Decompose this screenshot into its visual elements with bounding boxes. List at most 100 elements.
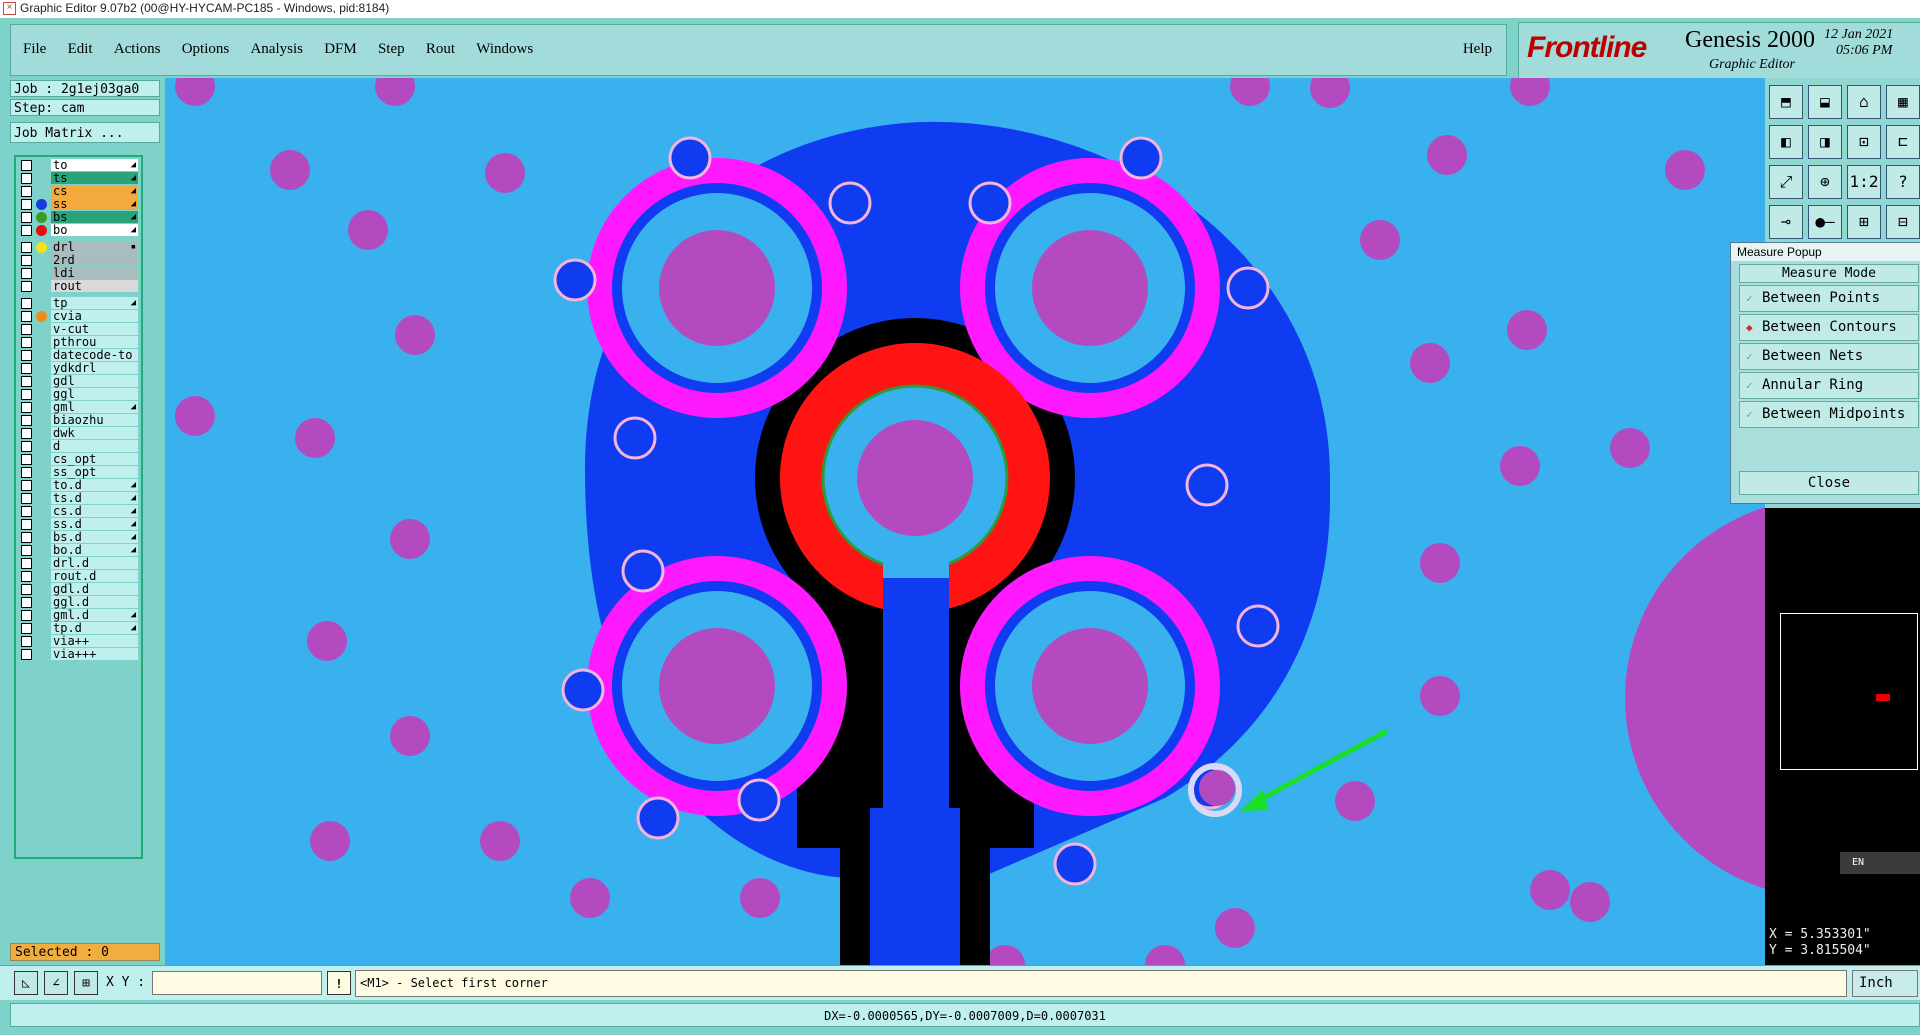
route-icon[interactable]: ⊸ bbox=[1769, 205, 1803, 239]
layer-row-dwk[interactable]: dwk bbox=[16, 427, 141, 440]
option-between-midpoints[interactable]: ✓ Between Midpoints bbox=[1739, 401, 1919, 428]
layer-row-ydkdrl[interactable]: ydkdrl bbox=[16, 362, 141, 375]
xy-input[interactable] bbox=[152, 971, 322, 995]
menu-rout[interactable]: Rout bbox=[426, 41, 455, 58]
layer-checkbox[interactable] bbox=[21, 199, 32, 210]
menu-actions[interactable]: Actions bbox=[114, 41, 161, 58]
layer-checkbox[interactable] bbox=[21, 597, 32, 608]
layer-name[interactable]: via+++ bbox=[51, 648, 138, 660]
menu-windows[interactable]: Windows bbox=[476, 41, 533, 58]
snap-corner-icon[interactable]: ◺ bbox=[14, 971, 38, 995]
layer-row-ggl[interactable]: ggl bbox=[16, 388, 141, 401]
layer-checkbox[interactable] bbox=[21, 402, 32, 413]
layer-name[interactable]: d bbox=[51, 440, 138, 452]
layer-name[interactable]: cs_opt bbox=[51, 453, 138, 465]
layer-row-to[interactable]: to ◢ bbox=[16, 159, 141, 172]
layer-row-2rd[interactable]: 2rd bbox=[16, 254, 141, 267]
layer-checkbox[interactable] bbox=[21, 649, 32, 660]
layer-checkbox[interactable] bbox=[21, 311, 32, 322]
pan-right-icon[interactable]: ◨ bbox=[1808, 125, 1842, 159]
layer-name[interactable]: v-cut bbox=[51, 323, 138, 335]
layer-name[interactable]: ss.d ◢ bbox=[51, 518, 138, 530]
layer-row-ts[interactable]: ts ◢ bbox=[16, 172, 141, 185]
job-matrix-button[interactable]: Job Matrix ... bbox=[10, 122, 160, 143]
layer-row-bo[interactable]: bo ◢ bbox=[16, 224, 141, 237]
layer-checkbox[interactable] bbox=[21, 376, 32, 387]
layer-row-cs[interactable]: cs ◢ bbox=[16, 185, 141, 198]
layer-name[interactable]: pthrou bbox=[51, 336, 138, 348]
layer-checkbox[interactable] bbox=[21, 298, 32, 309]
layer-name[interactable]: via++ bbox=[51, 635, 138, 647]
menu-file[interactable]: File bbox=[23, 41, 46, 58]
layer-row-rout[interactable]: rout bbox=[16, 280, 141, 293]
layer-name[interactable]: cs.d ◢ bbox=[51, 505, 138, 517]
layer-checkbox[interactable] bbox=[21, 532, 32, 543]
net-icon[interactable]: ⊞ bbox=[1847, 205, 1881, 239]
overview-panel[interactable]: EN bbox=[1765, 508, 1920, 923]
layer-checkbox[interactable] bbox=[21, 268, 32, 279]
pcb-view[interactable] bbox=[165, 78, 1765, 965]
layer-row-gdl[interactable]: gdl bbox=[16, 375, 141, 388]
option-between-contours[interactable]: ◆ Between Contours bbox=[1739, 314, 1919, 341]
pan-left-icon[interactable]: ◧ bbox=[1769, 125, 1803, 159]
center-icon[interactable]: ⊕ bbox=[1808, 165, 1842, 199]
graphic-canvas[interactable] bbox=[165, 78, 1765, 965]
grid-icon[interactable]: ⊞ bbox=[74, 971, 98, 995]
layer-checkbox[interactable] bbox=[21, 363, 32, 374]
menu-help[interactable]: Help bbox=[1463, 41, 1492, 58]
layer-name[interactable]: rout bbox=[51, 280, 138, 292]
layer-row-bs[interactable]: bs ◢ bbox=[16, 211, 141, 224]
snap-icon[interactable]: ⊏ bbox=[1886, 125, 1920, 159]
layer-name[interactable]: bo ◢ bbox=[51, 224, 138, 236]
fit-icon[interactable]: ⤢ bbox=[1769, 165, 1803, 199]
layer-checkbox[interactable] bbox=[21, 480, 32, 491]
layer-checkbox[interactable] bbox=[21, 506, 32, 517]
layer-name[interactable]: bs ◢ bbox=[51, 211, 138, 223]
layer-checkbox[interactable] bbox=[21, 519, 32, 530]
option-between-points[interactable]: ✓ Between Points bbox=[1739, 285, 1919, 312]
layer-checkbox[interactable] bbox=[21, 558, 32, 569]
layer-name[interactable]: gml ◢ bbox=[51, 401, 138, 413]
close-button[interactable]: Close bbox=[1739, 471, 1919, 495]
house-icon[interactable]: ⌂ bbox=[1847, 85, 1881, 119]
layer-name[interactable]: tp ◢ bbox=[51, 297, 138, 309]
layer-name[interactable]: ts.d ◢ bbox=[51, 492, 138, 504]
layer-checkbox[interactable] bbox=[21, 186, 32, 197]
angle-icon[interactable]: ∠ bbox=[44, 971, 68, 995]
help-icon[interactable]: ? bbox=[1886, 165, 1920, 199]
layer-name[interactable]: 2rd bbox=[51, 254, 138, 266]
layer-checkbox[interactable] bbox=[21, 255, 32, 266]
layer-name[interactable]: ggl.d bbox=[51, 596, 138, 608]
layer-name[interactable]: gdl.d bbox=[51, 583, 138, 595]
layer-name[interactable]: bo.d ◢ bbox=[51, 544, 138, 556]
layer-checkbox[interactable] bbox=[21, 545, 32, 556]
layers-icon[interactable]: ⊟ bbox=[1886, 205, 1920, 239]
layer-row-biaozhu[interactable]: biaozhu bbox=[16, 414, 141, 427]
layer-name[interactable]: cvia bbox=[51, 310, 138, 322]
layer-checkbox[interactable] bbox=[21, 467, 32, 478]
layer-name[interactable]: dwk bbox=[51, 427, 138, 439]
layer-checkbox[interactable] bbox=[21, 281, 32, 292]
units-selector[interactable]: Inch bbox=[1852, 970, 1918, 997]
layer-name[interactable]: to ◢ bbox=[51, 159, 138, 171]
layer-checkbox[interactable] bbox=[21, 623, 32, 634]
layer-name[interactable]: ydkdrl bbox=[51, 362, 138, 374]
layer-name[interactable]: to.d ◢ bbox=[51, 479, 138, 491]
layer-name[interactable]: ldi bbox=[51, 267, 138, 279]
layer-checkbox[interactable] bbox=[21, 212, 32, 223]
ratio-icon[interactable]: 1:2 bbox=[1847, 165, 1881, 199]
layer-name[interactable]: ss ◢ bbox=[51, 198, 138, 210]
layer-checkbox[interactable] bbox=[21, 242, 32, 253]
layer-name[interactable]: drl ▪ bbox=[51, 241, 138, 253]
layer-row-drl[interactable]: drl ▪ bbox=[16, 241, 141, 254]
layer-name[interactable]: ts ◢ bbox=[51, 172, 138, 184]
zoom-1-1-icon[interactable]: ⊡ bbox=[1847, 125, 1881, 159]
layer-name[interactable]: rout.d bbox=[51, 570, 138, 582]
menu-edit[interactable]: Edit bbox=[68, 41, 93, 58]
layer-checkbox[interactable] bbox=[21, 415, 32, 426]
layer-name[interactable]: drl.d bbox=[51, 557, 138, 569]
zoom-in-icon[interactable]: ⬓ bbox=[1808, 85, 1842, 119]
layer-checkbox[interactable] bbox=[21, 636, 32, 647]
layer-checkbox[interactable] bbox=[21, 350, 32, 361]
layer-checkbox[interactable] bbox=[21, 571, 32, 582]
